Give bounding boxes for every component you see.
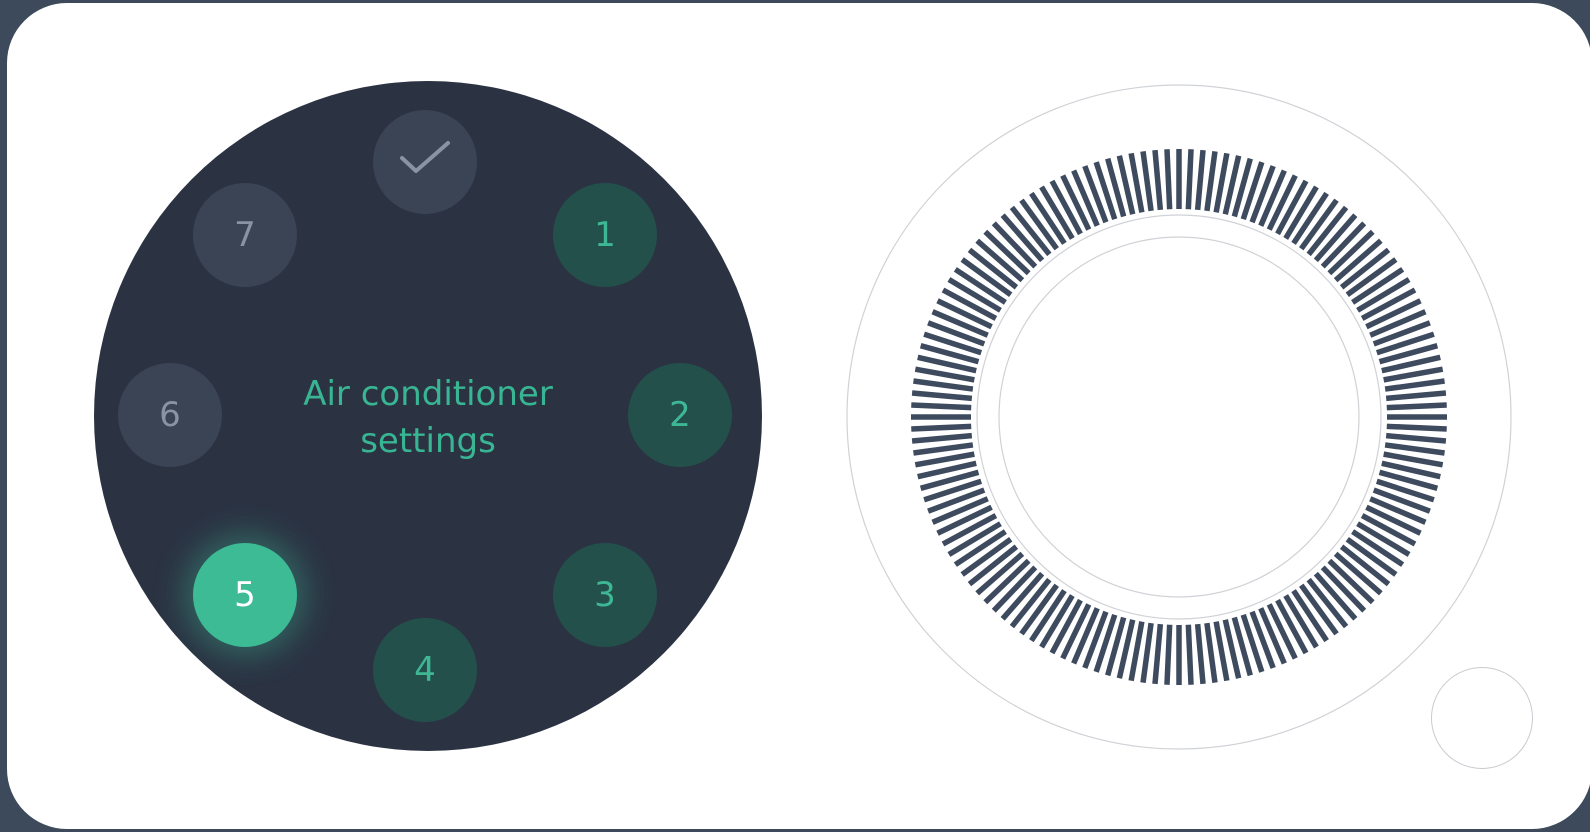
option-1-button[interactable]: 1 xyxy=(553,183,657,287)
dial-tick xyxy=(911,423,972,432)
dial-tick xyxy=(913,378,974,392)
dial-tick xyxy=(911,390,973,402)
option-5-button[interactable]: 5 xyxy=(193,543,297,647)
dial-tick xyxy=(1386,402,1447,411)
dial-tick xyxy=(1204,151,1218,212)
dial-tick xyxy=(1194,149,1206,211)
device-frame: Air conditioner settings 1 2 3 4 5 6 7 xyxy=(7,3,1590,829)
home-button[interactable] xyxy=(1431,667,1533,769)
confirm-button[interactable] xyxy=(373,110,477,214)
dial-tick xyxy=(1384,378,1445,392)
option-7-button[interactable]: 7 xyxy=(193,183,297,287)
option-2-button[interactable]: 2 xyxy=(628,363,732,467)
dial-tick xyxy=(1386,423,1447,432)
dial-tick xyxy=(1185,149,1194,210)
dial-tick xyxy=(1152,149,1164,211)
option-6-button[interactable]: 6 xyxy=(118,363,222,467)
rotary-dial[interactable] xyxy=(845,83,1513,751)
dial-tick xyxy=(913,442,974,456)
dial-tick xyxy=(1385,432,1447,444)
dial-tick xyxy=(1164,149,1173,210)
dial-tick xyxy=(1140,622,1154,683)
dial-tick xyxy=(1152,623,1164,685)
dial-tick xyxy=(1385,390,1447,402)
dial-tick xyxy=(1204,622,1218,683)
dial-tick xyxy=(1185,624,1194,685)
option-4-button[interactable]: 4 xyxy=(373,618,477,722)
option-3-button[interactable]: 3 xyxy=(553,543,657,647)
dial-tick xyxy=(1384,442,1445,456)
watch-face: Air conditioner settings 1 2 3 4 5 6 7 xyxy=(94,81,762,751)
screen-title: Air conditioner settings xyxy=(303,374,553,461)
dial-tick xyxy=(1164,624,1173,685)
dial-ticks xyxy=(911,149,1447,685)
dial-tick xyxy=(1194,623,1206,685)
dial-inner-ring-outer xyxy=(976,214,1382,620)
dial-tick xyxy=(1140,151,1154,212)
check-icon xyxy=(398,138,452,187)
dial-tick xyxy=(911,432,973,444)
dial-inner-ring xyxy=(998,236,1360,598)
dial-tick xyxy=(911,402,972,411)
